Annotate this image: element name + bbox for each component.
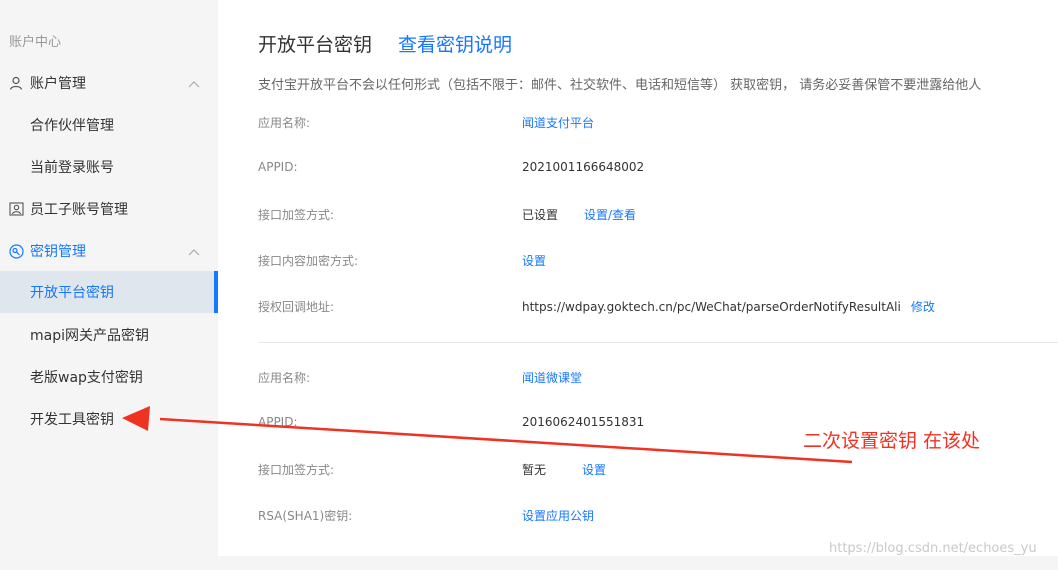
row-label: 接口加签方式: <box>258 463 335 477</box>
row-label: APPID: <box>258 160 298 174</box>
row-label: APPID: <box>258 415 298 429</box>
app-row: 接口内容加密方式: 设置 <box>258 252 1058 272</box>
security-notice: 支付宝开放平台不会以任何形式（包括不限于：邮件、社交软件、电话和短信等） 获取密… <box>258 78 982 93</box>
sidebar-item-current-account[interactable]: 当前登录账号 <box>0 146 218 188</box>
app-row: 应用名称: 闻道微课堂 <box>258 369 1058 389</box>
row-label: 接口加签方式: <box>258 208 335 222</box>
page-title: 开放平台密钥 <box>258 34 373 56</box>
row-label: 授权回调地址: <box>258 300 335 314</box>
user-icon <box>8 75 24 91</box>
app-row: 授权回调地址: https://wdpay.goktech.cn/pc/WeCh… <box>258 298 1058 318</box>
encrypt-setup-link[interactable]: 设置 <box>522 252 546 269</box>
staff-icon <box>8 201 24 217</box>
set-app-public-key-link[interactable]: 设置应用公钥 <box>522 507 594 524</box>
row-label: 接口内容加密方式: <box>258 254 359 268</box>
app-row: 接口加签方式: 已设置 设置/查看 <box>258 206 1058 226</box>
appid-value: 2021001166648002 <box>522 160 645 174</box>
row-label: RSA(SHA1)密钥: <box>258 509 353 523</box>
app-name-link[interactable]: 闻道支付平台 <box>522 114 594 131</box>
key-icon <box>8 243 24 259</box>
sidebar-group-label: 账户管理 <box>30 76 86 92</box>
appid-value: 2016062401551831 <box>522 415 645 429</box>
sign-setup-view-link[interactable]: 设置/查看 <box>584 208 636 222</box>
sign-status: 暂无 <box>522 463 547 477</box>
sidebar-item-devtool-key[interactable]: 开发工具密钥 <box>0 398 218 440</box>
annotation-note: 二次设置密钥 在该处 <box>803 430 981 452</box>
callback-url-value: https://wdpay.goktech.cn/pc/WeChat/parse… <box>522 298 935 315</box>
callback-url: https://wdpay.goktech.cn/pc/WeChat/parse… <box>522 300 901 314</box>
chevron-up-icon[interactable] <box>188 244 200 260</box>
sidebar-item-open-platform-key[interactable]: 开放平台密钥 <box>0 271 218 313</box>
sidebar-group-label: 员工子账号管理 <box>30 202 128 218</box>
sidebar-group-account[interactable]: 账户管理 <box>0 62 218 104</box>
watermark: https://blog.csdn.net/echoes_yu <box>829 541 1037 556</box>
divider <box>258 342 1058 343</box>
app-row: APPID: 2021001166648002 <box>258 160 1058 180</box>
sign-setup-link[interactable]: 设置 <box>582 463 606 477</box>
sidebar-group-staff[interactable]: 员工子账号管理 <box>0 188 218 230</box>
sidebar: 账户中心 账户管理 合作伙伴管理 当前登录账号 员工子账号管理 密钥管理 开放平… <box>0 0 218 570</box>
sidebar-item-wap-key[interactable]: 老版wap支付密钥 <box>0 356 218 398</box>
sidebar-group-keys[interactable]: 密钥管理 <box>0 230 218 272</box>
app-row: RSA(SHA1)密钥: 设置应用公钥 <box>258 507 1058 527</box>
sign-method-value: 已设置 设置/查看 <box>522 206 636 223</box>
row-label: 应用名称: <box>258 371 311 385</box>
callback-edit-link[interactable]: 修改 <box>911 300 935 314</box>
app-row: 接口加签方式: 暂无 设置 <box>258 461 1058 481</box>
main-panel: 开放平台密钥 查看密钥说明 支付宝开放平台不会以任何形式（包括不限于：邮件、社交… <box>218 0 1058 556</box>
sidebar-header: 账户中心 <box>9 35 62 50</box>
row-label: 应用名称: <box>258 116 311 130</box>
sidebar-item-mapi-key[interactable]: mapi网关产品密钥 <box>0 314 218 356</box>
sign-status: 已设置 <box>522 208 559 222</box>
key-docs-link[interactable]: 查看密钥说明 <box>398 30 512 57</box>
sidebar-group-label: 密钥管理 <box>30 244 86 260</box>
sign-method-value: 暂无 设置 <box>522 461 606 478</box>
app-row: 应用名称: 闻道支付平台 <box>258 114 1058 134</box>
sidebar-item-partner[interactable]: 合作伙伴管理 <box>0 104 218 146</box>
app-name-link[interactable]: 闻道微课堂 <box>522 369 582 386</box>
chevron-up-icon[interactable] <box>188 76 200 92</box>
